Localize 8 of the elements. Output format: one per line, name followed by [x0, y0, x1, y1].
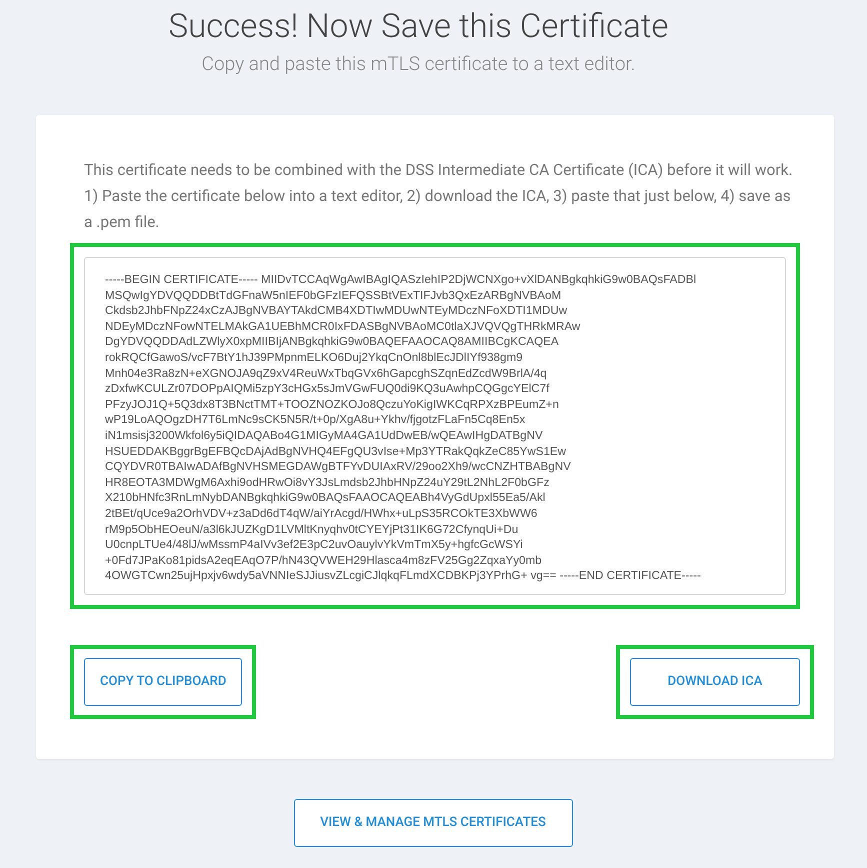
copy-button[interactable]: COPY TO CLIPBOARD [84, 658, 242, 706]
instruction-text: 1) Paste the certificate below into a text editor, 2) download the ICA, 3) paste that just below, 4) save as a .pem file. [84, 186, 792, 233]
page-subtitle: Copy and paste this mTLS certificate to a text editor. [202, 52, 636, 75]
certificate-text-area[interactable]: -----BEGIN CERTIFICATE----- MIIDvTCCAqWgAwIBAgIQASzIehIP2DjWCNXgo+vXlDANBgkqhkiG9w0BAQsFADBl MSQwIgYDVQQDDBtTdGFnaW5nIEF0bGFzIEFQSSBtVExTIFJvb3QxEzARBgNVBAoM Ckdsb2JhbFNpZ24xCzAJBgNVBAYTAkdCMB4XDTIwMDUwNTEyMDczNFoXDTI1MDUw NDEyMDczNFowNTELMAkGA1UEBhMCR0IxFDASBgNVBAoMC0tlaXJVQVQgTHRkMRAw DgYDVQQDDAdLZWlyX0xpMIIBIjANBgkqhkiG9w0BAQEFAAOCAQ8AMIIBCgKCAQEA rokRQCfGawoS/vcF7BtY1hJ39PMpnmELKO6Duj2YkqCnOnl8blEcJDlIYf938gm9 Mnh04e3Ra8zN+eXGNOJA9qZ9xV4ReuWxTbqGVx6hGapcghSZqnEdZcdW9BrlA/4q zDxfwKCULZr07DOPpAIQMi5zpY3cHGx5sJmVGwFUQ0di9KQ3uAwhpCQGgcYElC7f PFzyJOJ1Q+5Q3dx8T3BNctTMT+TOOZNOZKOJo8QczuYoKigIWKCqRPXzBPEumZ+n wP19LoAQOgzDH7T6LmNc9sCK5N5R/t+0p/XgA8u+Ykhv/fjgotzFLaFn5Cq8En5x iN1msisj3200Wkfol6y5iQIDAQABo4G1MIGyMA4GA1UdDwEB/wQEAwIHgDATBgNV HSUEDDAKBggrBgEFBQcDAjAdBgNVHQ4EFgQU3vIse+Mp3YTRakQqkZeC85YwS1Ew CQYDVR0TBAIwADAfBgNVHSMEGDAWgBTFYvDUIAxRV/29oo2Xh9/wcCNZHTBABgNV HR8EOTA3MDWgM6Axhi9odHRwOi8vY3JsLmdsb2JhbHNpZ24uY29tL2NhL2F0bGFz X210bHNfc3RnLmNybDANBgkqhkiG9w0BAQsFAAOCAQEABh4VyGdUpxl55Ea5/Akl 2tBEt/qUce9a2OrhVDV+z3aDd6dT4qW/aiYrAcgd/HWhx+uLpS35RCOkTE3XbWW6 rM9p5ObHEOeuN/a3l6kJUZKgD1LVMltKnyqhv0tCYEYjPt31IK6G72CfynqUi+Du U0cnpLTUe4/48lJ/wMssmP4aIVv3ef2E3pC2uvOauylvYkVmTmX5y+hgfcGcWSYi +0Fd7JPaKo81pidsA2eqEAqO7P/hN43QVWEH29Hlasca4m8zFV25Gg2ZqxaYy0mb 4OWGTCwn25ujHpxjv6wdy5aVNNIeSJJiusvZLcgiCJlqkqFLmdXCDBKPj3YPrhG+ vg== -----END CERTIFICATE----- [84, 257, 786, 595]
instruction-text: This certificate needs to be combined with the DSS Intermediate CA Certificate (ICA) before it will work. [84, 160, 794, 181]
page-title: Success! Now Save this Certificate [168, 6, 668, 48]
manage-certificates-button[interactable]: VIEW & MANAGE MTLS CERTIFICATES [294, 798, 572, 847]
download-button[interactable]: DOWNLOAD ICA [630, 658, 800, 706]
